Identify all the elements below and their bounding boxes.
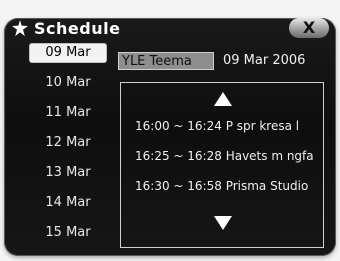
program-list: 16:00 ~ 16:24 P spr kresa l 16:25 ~ 16:2… [120, 82, 324, 248]
program-title: Prisma Studio [225, 179, 309, 193]
date-item[interactable]: 14 Mar [30, 194, 106, 212]
program-time: 16:00 ~ 16:24 [135, 119, 222, 133]
program-time: 16:30 ~ 16:58 [135, 179, 222, 193]
date-item[interactable]: 13 Mar [30, 164, 106, 182]
program-row[interactable]: 16:00 ~ 16:24 P spr kresa l [135, 119, 323, 135]
arrow-down-icon[interactable] [214, 215, 232, 230]
star-icon [12, 20, 28, 36]
program-row[interactable]: 16:30 ~ 16:58 Prisma Studio [135, 179, 323, 195]
date-item[interactable]: 11 Mar [30, 104, 106, 122]
schedule-dialog: Schedule X 09 Mar 10 Mar 11 Mar 12 Mar 1… [4, 18, 336, 256]
program-title: P spr kresa l [225, 119, 300, 133]
title-bar: Schedule X [4, 18, 336, 44]
window-title: Schedule [34, 19, 121, 38]
program-time: 16:25 ~ 16:28 [135, 149, 222, 163]
date-item-selected[interactable]: 09 Mar [30, 44, 106, 62]
date-list: 09 Mar 10 Mar 11 Mar 12 Mar 13 Mar 14 Ma… [30, 42, 106, 256]
program-title: Havets m ngfa [225, 149, 314, 163]
screen: Schedule X 09 Mar 10 Mar 11 Mar 12 Mar 1… [0, 0, 340, 261]
program-row[interactable]: 16:25 ~ 16:28 Havets m ngfa [135, 149, 323, 165]
channel-name[interactable]: YLE Teema [118, 52, 214, 70]
close-button[interactable]: X [289, 18, 329, 38]
date-item[interactable]: 10 Mar [30, 74, 106, 92]
arrow-up-icon[interactable] [214, 91, 232, 106]
schedule-date: 09 Mar 2006 [223, 53, 306, 68]
date-item[interactable]: 12 Mar [30, 134, 106, 152]
date-item[interactable]: 15 Mar [30, 224, 106, 242]
